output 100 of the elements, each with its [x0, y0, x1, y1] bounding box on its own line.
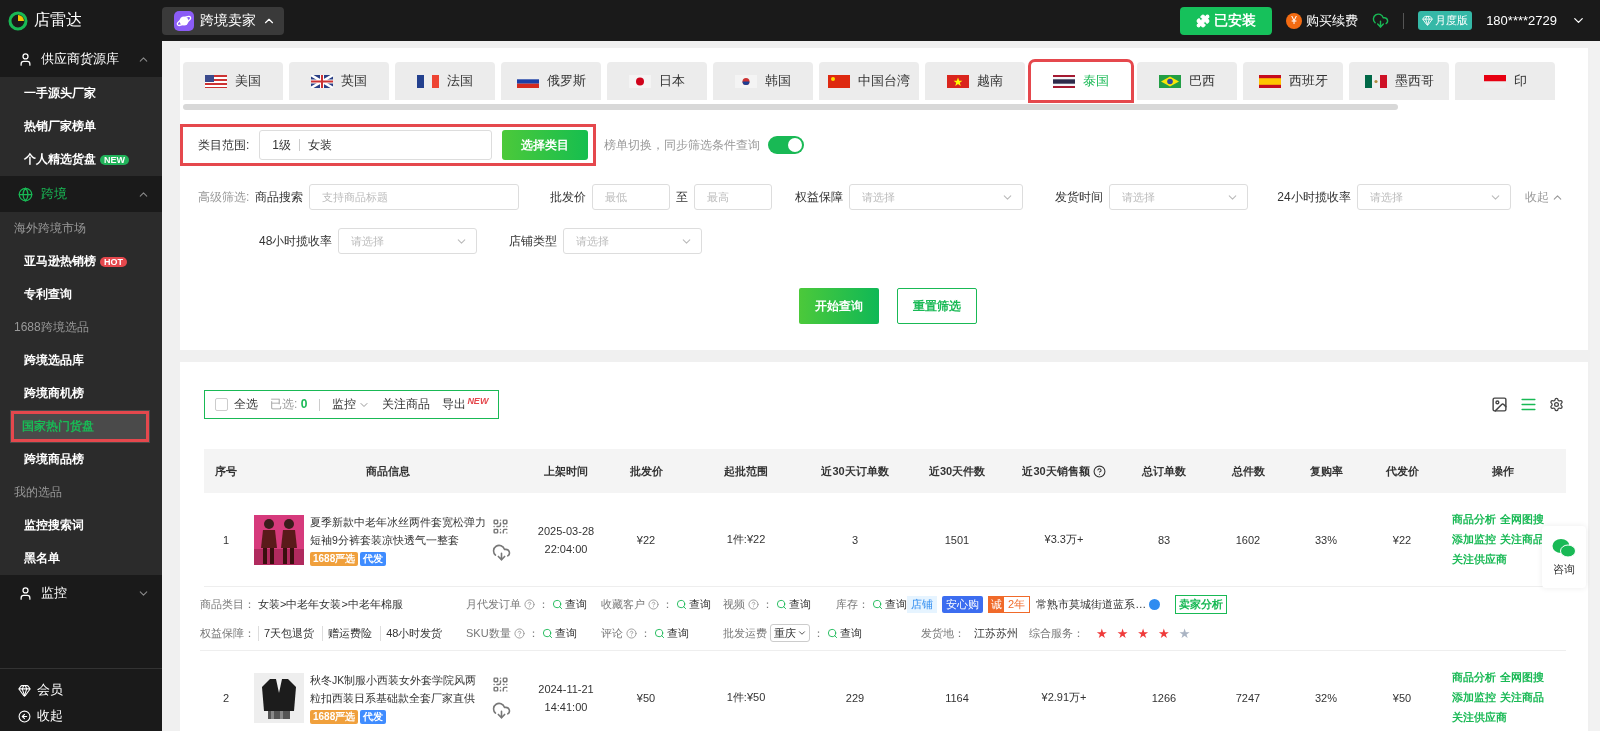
query-link[interactable]: 查询 [676, 597, 711, 612]
column-header: 总订单数 [1120, 449, 1208, 493]
table-cell: ¥50 [1392, 691, 1412, 704]
user-icon [18, 51, 33, 67]
sidebar-item[interactable]: 亚马逊热销榜 HOT [0, 245, 162, 278]
country-tab[interactable]: 韩国 [713, 62, 813, 100]
puzzle-icon [1196, 13, 1211, 28]
table-cell: 1164 [945, 691, 969, 704]
country-tab[interactable]: 英国 [289, 62, 389, 100]
flag-icon [205, 74, 227, 88]
colon: ： [538, 597, 549, 612]
sidebar-footer-link[interactable]: 收起 [37, 707, 63, 725]
tab-scrollbar[interactable] [183, 104, 1398, 110]
qr-code-icon[interactable] [492, 517, 509, 535]
column-header: 代发价 [1364, 449, 1440, 493]
max-price-field[interactable]: 最高 [694, 184, 773, 210]
search-icon [776, 599, 787, 610]
guarantee-value: 赠运费险 [322, 625, 378, 641]
shop-name[interactable]: 常熟市莫城街道蓝系… [1036, 597, 1147, 612]
field-label: 24小时揽收率 [1277, 188, 1351, 206]
table-cell: ¥22 [636, 533, 656, 546]
settings-icon[interactable] [1549, 397, 1564, 412]
sidebar-item[interactable]: 一手源头厂家 [0, 77, 162, 110]
sidebar-footer-link[interactable]: 会员 [37, 681, 63, 699]
sidebar-group-label: 1688跨境选品 [13, 319, 90, 336]
cloud-download-icon[interactable] [492, 542, 511, 562]
sidebar-item[interactable]: 个人精选货盘 NEW [0, 143, 162, 176]
search-field[interactable]: 支持商品标题 [309, 184, 520, 210]
consult-widget[interactable]: 咨询 [1542, 526, 1586, 588]
country-tab[interactable]: 巴西 [1137, 62, 1237, 100]
sidebar-section[interactable]: 监控 [0, 575, 162, 611]
years-badge: 诚 2年 [988, 596, 1031, 613]
sidebar-item[interactable]: 跨境选品库 [0, 344, 162, 377]
query-link[interactable]: 查询 [827, 625, 862, 641]
category-field[interactable]: 1级 女装 [259, 130, 493, 160]
table-cell: 83 [1157, 533, 1171, 546]
detail-label: 权益保障： [200, 625, 255, 641]
flag-icon [1159, 74, 1181, 88]
sidebar-item[interactable]: 跨境商机榜 [0, 377, 162, 410]
query-link[interactable]: 查询 [872, 597, 907, 612]
country-tab[interactable]: 日本 [607, 62, 707, 100]
brand-name: 店雷达 [34, 10, 82, 30]
select-all-checkbox[interactable]: 全选 [215, 396, 258, 413]
monitor-dropdown[interactable]: 监控 [332, 396, 371, 413]
column-header: 商品信息 [248, 449, 528, 493]
table-cell: ¥2.91万+ [1041, 690, 1087, 705]
help-icon[interactable] [1092, 464, 1106, 478]
country-tab[interactable]: 俄罗斯 [501, 62, 601, 100]
table-cell: 1266 [1151, 691, 1177, 704]
list-view-icon[interactable] [1520, 396, 1537, 413]
image-view-icon[interactable] [1491, 396, 1508, 413]
field-label: 48小时揽收率 [259, 232, 333, 250]
country-tab[interactable]: 西班牙 [1243, 62, 1343, 100]
country-tab[interactable]: 中国台湾 [819, 62, 919, 100]
cloud-download-icon[interactable] [492, 700, 511, 720]
cloud-download-icon[interactable] [1372, 12, 1390, 29]
table-cell: 33% [1315, 533, 1337, 546]
follow-link[interactable]: 关注商品 [382, 396, 431, 413]
sync-toggle[interactable] [768, 136, 805, 154]
product-title[interactable]: 夏季新款中老年冰丝两件套宽松弹力短袖9分裤套装凉快透气一整套 [310, 513, 486, 549]
column-header: 复购率 [1288, 449, 1364, 493]
renew-link[interactable]: 购买续费 [1306, 11, 1359, 30]
country-tab[interactable]: 美国 [183, 62, 283, 100]
sidebar-item[interactable]: 黑名单 [0, 542, 162, 575]
sidebar-item[interactable]: 跨境商品榜 [0, 443, 162, 476]
sidebar-section[interactable]: 供应商货源库 [0, 41, 162, 77]
sidebar-item[interactable]: 热销厂家榜单 [0, 110, 162, 143]
chat-dot-icon[interactable] [1149, 599, 1161, 610]
guarantee-value: 7天包退货 [258, 625, 320, 641]
anxin-badge: 安心购 [942, 596, 983, 613]
query-link[interactable]: 查询 [541, 625, 577, 641]
product-title[interactable]: 秋冬JK制服小西装女外套学院风两粒扣西装日系基础款全套厂家直供 [310, 671, 486, 707]
listed-date: 2024-11-21 [538, 682, 594, 695]
query-link[interactable]: 查询 [654, 625, 689, 641]
table-cell: 1501 [944, 533, 970, 546]
sidebar-item[interactable]: 专利查询 [0, 278, 162, 311]
detail-label: 视频 [723, 597, 759, 612]
country-tab[interactable]: 印 [1455, 62, 1555, 100]
query-link[interactable]: 查询 [776, 597, 811, 612]
search-icon [552, 599, 563, 610]
sidebar-section[interactable]: 跨境 [0, 176, 162, 212]
country-tab[interactable]: 越南 [925, 62, 1025, 100]
badge: HOT [100, 256, 127, 267]
min-price-field[interactable]: 最低 [592, 184, 671, 210]
sidebar-item[interactable]: 监控搜索词 [0, 509, 162, 542]
table-cell: 32% [1315, 691, 1337, 704]
badge: NEW [100, 154, 129, 165]
country-tab[interactable]: 法国 [395, 62, 495, 100]
account-phone[interactable]: 180****2729 [1486, 13, 1557, 28]
query-link[interactable]: 查询 [552, 597, 587, 612]
column-header: 上架时间 [528, 449, 604, 493]
app-switch-button[interactable]: 跨境卖家 [162, 6, 284, 35]
flag-icon [629, 74, 651, 88]
country-tab[interactable]: 墨西哥 [1349, 62, 1449, 100]
qr-code-icon[interactable] [492, 675, 509, 693]
field-label: 店铺类型 [509, 232, 557, 250]
flag-icon [947, 74, 969, 88]
city-select[interactable]: 重庆 [770, 624, 810, 642]
advanced-filter-label: 高级筛选: [198, 188, 250, 206]
store-tag: 店铺 [907, 596, 937, 613]
